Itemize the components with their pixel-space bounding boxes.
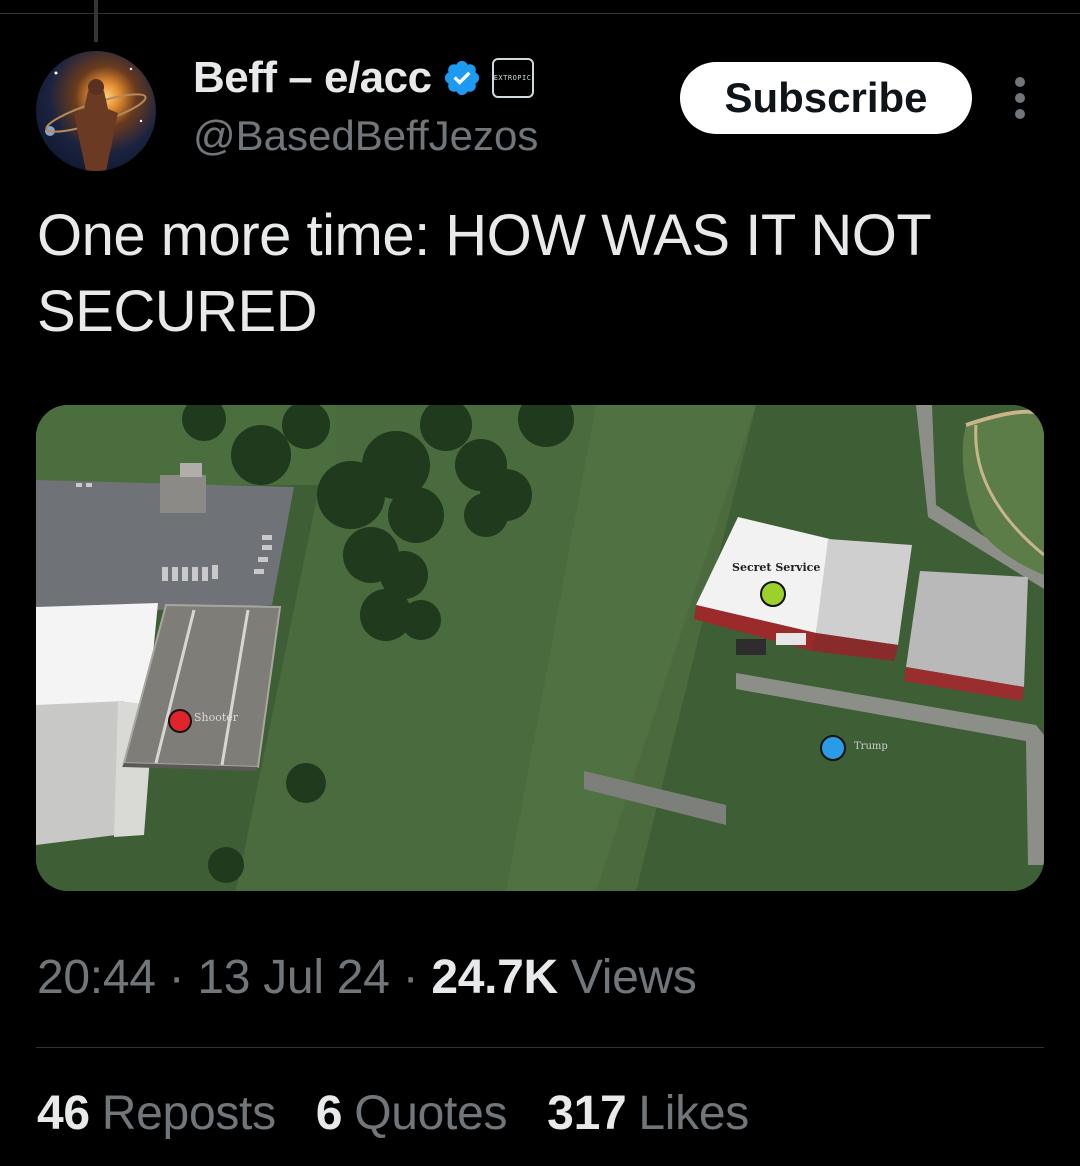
secret-service-marker bbox=[760, 581, 786, 607]
reposts-stat[interactable]: 46 Reposts bbox=[37, 1086, 276, 1141]
author-handle[interactable]: @BasedBeffJezos bbox=[193, 112, 538, 160]
post-date[interactable]: 13 Jul 24 bbox=[197, 951, 389, 1004]
post-time[interactable]: 20:44 bbox=[37, 951, 156, 1004]
quotes-stat[interactable]: 6 Quotes bbox=[315, 1086, 508, 1141]
engagement-stats: 46 Reposts 6 Quotes 317 Likes bbox=[37, 1086, 749, 1141]
post-text: One more time: HOW WAS IT NOT SECURED bbox=[37, 203, 931, 344]
shooter-label: Shooter bbox=[194, 711, 239, 724]
quotes-label: Quotes bbox=[354, 1087, 508, 1140]
secret-service-label: Secret Service bbox=[732, 561, 821, 574]
post-meta: 20:44 · 13 Jul 24 · 24.7K Views bbox=[37, 950, 697, 1005]
trump-label: Trump bbox=[854, 741, 888, 752]
avatar[interactable] bbox=[36, 51, 156, 171]
reposts-count: 46 bbox=[37, 1087, 90, 1140]
stats-divider bbox=[36, 1047, 1044, 1048]
more-options-icon[interactable] bbox=[1000, 72, 1040, 124]
affiliate-badge[interactable]: EXTROPIC bbox=[491, 58, 534, 98]
subscribe-button[interactable]: Subscribe bbox=[680, 62, 972, 134]
meta-separator: · bbox=[402, 951, 432, 1004]
verified-badge-icon bbox=[444, 60, 479, 96]
post-image[interactable]: Shooter Secret Service Trump bbox=[36, 405, 1044, 891]
quotes-count: 6 bbox=[315, 1087, 343, 1140]
meta-separator: · bbox=[168, 951, 198, 1004]
views-count: 24.7K bbox=[431, 951, 558, 1004]
views-label: Views bbox=[570, 951, 697, 1004]
likes-stat[interactable]: 317 Likes bbox=[547, 1086, 749, 1141]
reposts-label: Reposts bbox=[101, 1087, 276, 1140]
affiliate-badge-text: EXTROPIC bbox=[493, 74, 532, 82]
likes-count: 317 bbox=[547, 1087, 627, 1140]
shooter-marker bbox=[168, 709, 192, 733]
thread-connector-line bbox=[94, 0, 98, 42]
top-divider bbox=[0, 13, 1080, 14]
author-display-name[interactable]: Beff – e/acc bbox=[193, 53, 432, 103]
likes-label: Likes bbox=[638, 1087, 749, 1140]
author-name-row: Beff – e/acc EXTROPIC bbox=[193, 53, 534, 103]
trump-marker bbox=[820, 735, 846, 761]
